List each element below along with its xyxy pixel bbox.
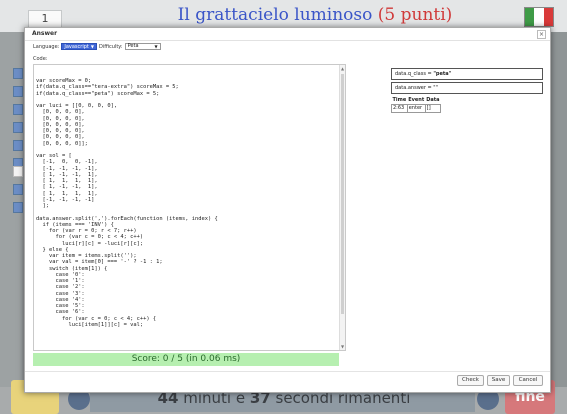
difficulty-value: Peta [127, 43, 139, 49]
flag-stripe-green [525, 8, 535, 26]
answer-field[interactable]: data.answer = "" [391, 82, 543, 94]
q-class-field[interactable]: data.q_class = "peta" [391, 68, 543, 80]
table-cell: 2:63 [391, 103, 408, 113]
score-bar: Score: 0 / 5 (in 0.06 ms) [33, 353, 339, 366]
check-button[interactable]: Check [457, 375, 484, 386]
answer-dialog: Answer × Language: Javascript ▼ Difficult… [24, 27, 551, 393]
code-label: Code: [33, 56, 48, 62]
close-icon[interactable]: × [537, 30, 546, 39]
table-header: Event [408, 97, 425, 104]
q-class-prefix: data.q_class = [395, 71, 434, 77]
sidebar-item[interactable] [13, 184, 23, 195]
code-text[interactable]: var scoreMax = 0; if(data.q_class=="tera… [36, 78, 218, 328]
dialog-title: Answer [32, 30, 58, 37]
save-button[interactable]: Save [487, 375, 510, 386]
flag-icon[interactable] [524, 7, 554, 27]
sidebar-item[interactable] [13, 202, 23, 213]
table-cell[interactable]: [] [424, 103, 442, 113]
language-value: Javascript [64, 44, 89, 50]
difficulty-label: Difficulty: [98, 43, 123, 50]
sidebar-item[interactable] [13, 104, 23, 115]
code-editor[interactable]: var scoreMax = 0; if(data.q_class=="tera… [33, 64, 346, 351]
table-row: 2:63 enter [] [391, 103, 442, 113]
footer-divider [25, 371, 550, 372]
event-table: Time Event Data 2:63 enter [] [391, 97, 442, 113]
page-title: Il grattacielo luminoso (5 punti) [150, 5, 480, 25]
flag-stripe-red [543, 8, 553, 26]
sidebar-item[interactable] [13, 140, 23, 151]
task-title: Il grattacielo luminoso [177, 5, 373, 25]
sidebar-item-active[interactable] [13, 166, 23, 177]
cancel-button[interactable]: Cancel [513, 375, 543, 386]
right-panel-edge [551, 32, 567, 387]
table-cell: enter [406, 103, 426, 113]
dialog-header: Answer × [25, 28, 550, 41]
flag-stripe-white [534, 8, 544, 26]
scroll-up-icon[interactable]: ▲ [341, 66, 344, 71]
table-header-row: Time Event Data [392, 97, 441, 104]
task-number-badge[interactable]: 1 [28, 10, 62, 28]
code-scrollbar[interactable]: ▲ ▼ [339, 65, 345, 350]
difficulty-select[interactable]: Peta ▼ [124, 43, 161, 50]
language-select[interactable]: Javascript ▼ [61, 43, 97, 50]
sidebar-item[interactable] [13, 122, 23, 133]
scroll-down-icon[interactable]: ▼ [341, 344, 344, 349]
sidebar-item[interactable] [13, 86, 23, 97]
table-header: Time [392, 97, 407, 104]
chevron-down-icon: ▼ [154, 44, 158, 49]
language-label: Language: [33, 43, 60, 50]
task-points: (5 punti) [377, 5, 453, 25]
q-class-value: "peta" [433, 71, 452, 77]
table-header: Data [426, 97, 440, 104]
chevron-down-icon: ▼ [90, 44, 94, 49]
sidebar-item[interactable] [13, 68, 23, 79]
options-row: Language: Javascript ▼ Difficulty: Peta ▼ [33, 43, 161, 50]
scrollbar-thumb[interactable] [341, 74, 344, 314]
